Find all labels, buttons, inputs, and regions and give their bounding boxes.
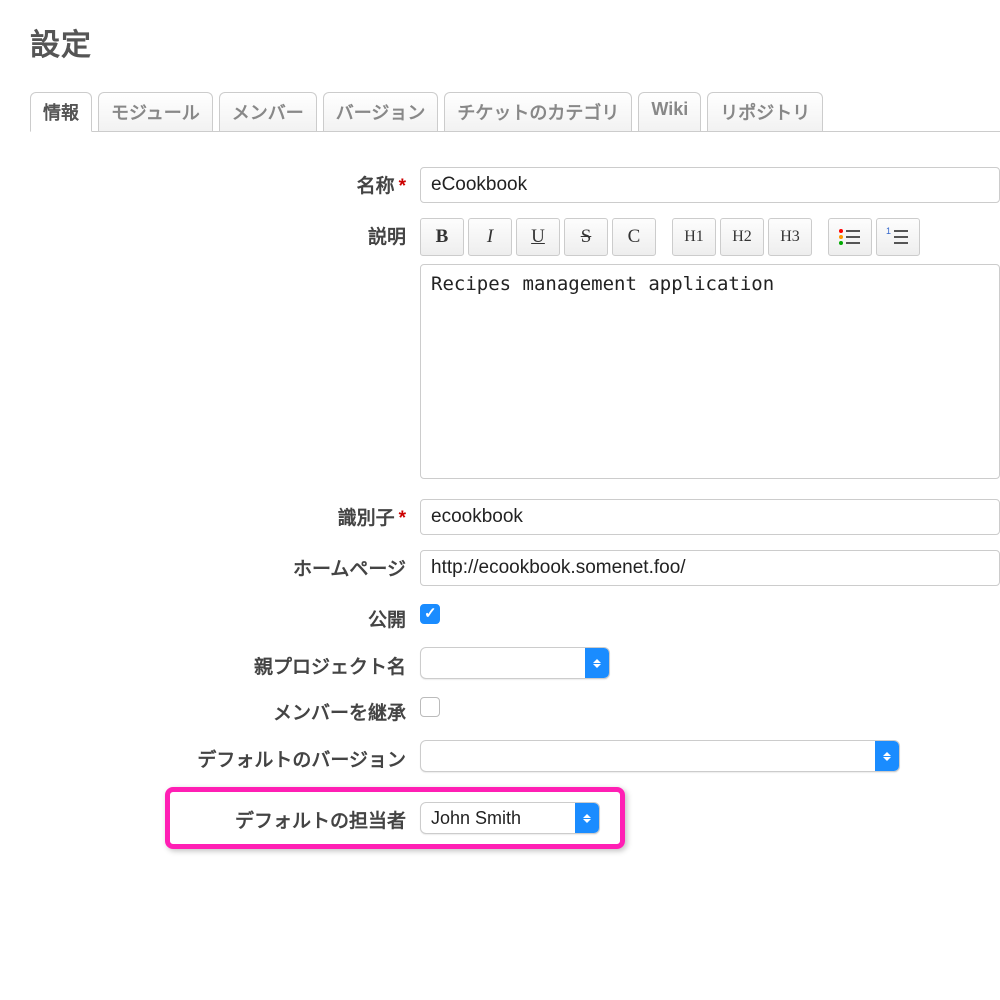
description-textarea[interactable]: Recipes management application xyxy=(420,264,1000,479)
tabs: 情報 モジュール メンバー バージョン チケットのカテゴリ Wiki リポジトリ xyxy=(30,92,1000,131)
tab-versions[interactable]: バージョン xyxy=(323,92,439,131)
h2-button[interactable]: H2 xyxy=(720,218,764,256)
required-mark: * xyxy=(399,176,406,197)
label-description: 説明 xyxy=(30,218,420,249)
highlight-default-assignee: デフォルトの担当者 John Smith xyxy=(165,787,625,849)
ul-button[interactable] xyxy=(828,218,872,256)
chevron-updown-icon xyxy=(875,741,899,771)
tab-members[interactable]: メンバー xyxy=(219,92,317,131)
bullet-list-icon xyxy=(840,229,860,245)
chevron-updown-icon xyxy=(585,648,609,678)
default-version-select[interactable] xyxy=(420,740,900,772)
tab-modules[interactable]: モジュール xyxy=(98,92,213,131)
page-title: 設定 xyxy=(30,20,1000,64)
homepage-input[interactable] xyxy=(420,550,1000,586)
inherit-checkbox[interactable] xyxy=(420,697,440,717)
identifier-input[interactable] xyxy=(420,499,1000,535)
required-mark: * xyxy=(399,508,406,529)
h3-button[interactable]: H3 xyxy=(768,218,812,256)
label-homepage: ホームページ xyxy=(30,550,420,581)
label-name: 名称* xyxy=(30,167,420,198)
ol-button[interactable] xyxy=(876,218,920,256)
label-parent: 親プロジェクト名 xyxy=(30,648,420,679)
tab-repos[interactable]: リポジトリ xyxy=(707,92,823,131)
italic-button[interactable]: I xyxy=(468,218,512,256)
h1-button[interactable]: H1 xyxy=(672,218,716,256)
name-input[interactable] xyxy=(420,167,1000,203)
tab-categories[interactable]: チケットのカテゴリ xyxy=(444,92,632,131)
tab-info[interactable]: 情報 xyxy=(30,92,92,132)
code-button[interactable]: C xyxy=(612,218,656,256)
editor-toolbar: B I U S C H1 H2 H3 xyxy=(420,218,1000,256)
label-default-assignee: デフォルトの担当者 xyxy=(170,804,420,833)
label-identifier: 識別子* xyxy=(30,499,420,530)
strike-button[interactable]: S xyxy=(564,218,608,256)
chevron-updown-icon xyxy=(575,803,599,833)
label-inherit: メンバーを継承 xyxy=(30,694,420,725)
label-public: 公開 xyxy=(30,601,420,632)
bold-button[interactable]: B xyxy=(420,218,464,256)
parent-select[interactable] xyxy=(420,647,610,679)
underline-button[interactable]: U xyxy=(516,218,560,256)
numbered-list-icon xyxy=(888,229,908,245)
tab-wiki[interactable]: Wiki xyxy=(638,92,701,131)
public-checkbox[interactable] xyxy=(420,604,440,624)
default-assignee-select[interactable]: John Smith xyxy=(420,802,600,834)
default-assignee-value: John Smith xyxy=(421,808,531,829)
settings-panel: 名称* 説明 B I U S C H1 H2 H3 xyxy=(30,131,1000,884)
label-default-version: デフォルトのバージョン xyxy=(30,741,420,772)
